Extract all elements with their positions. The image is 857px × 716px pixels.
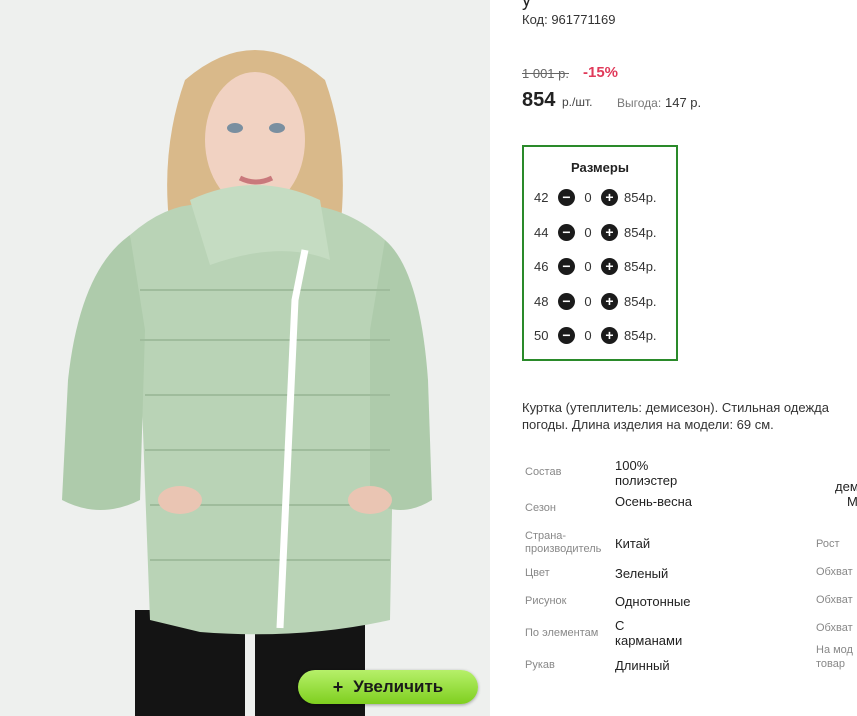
prop-value: М	[847, 494, 857, 509]
size-price: 854р.	[624, 327, 657, 343]
product-image[interactable]	[0, 0, 490, 716]
prop-label: Рисунок	[525, 595, 567, 607]
minus-icon[interactable]: −	[558, 188, 575, 206]
size-price: 854р.	[624, 258, 657, 274]
size-row: 44 − 0 + 854р.	[534, 222, 657, 242]
size-row: 42 − 0 + 854р.	[534, 187, 657, 207]
prop-value: С карманами	[615, 618, 683, 648]
prop-label: Обхват	[816, 566, 853, 578]
quantity-value: 0	[584, 293, 592, 309]
prop-value: Китай	[615, 536, 651, 551]
prop-label: Рост	[816, 538, 840, 550]
prop-label: Сезон	[525, 502, 556, 514]
zoom-button-label: Увеличить	[353, 677, 444, 696]
prop-label: Обхват	[816, 594, 853, 606]
minus-icon[interactable]: −	[558, 223, 575, 241]
prop-value: Зеленый	[615, 566, 669, 581]
plus-icon[interactable]: +	[601, 188, 618, 206]
benefit-label: Выгода:	[617, 96, 662, 110]
quantity-value: 0	[584, 258, 592, 274]
quantity-value: 0	[584, 224, 592, 240]
prop-label: На мод	[816, 644, 853, 656]
zoom-button[interactable]: + Увеличить	[298, 670, 478, 704]
size-row: 46 − 0 + 854р.	[534, 256, 657, 276]
quantity-value: 0	[584, 327, 592, 343]
size-price: 854р.	[624, 293, 657, 309]
plus-icon: +	[332, 676, 344, 697]
quantity-value: 0	[584, 189, 592, 205]
prop-label: Обхват	[816, 622, 853, 634]
size-price: 854р.	[624, 224, 657, 240]
plus-icon[interactable]: +	[601, 292, 618, 310]
plus-icon[interactable]: +	[601, 223, 618, 241]
product-description: Куртка (утеплитель: демисезон). Стильная…	[522, 399, 857, 433]
product-title: у	[522, 0, 531, 10]
size-price: 854р.	[624, 189, 657, 205]
size-row: 48 − 0 + 854р.	[534, 291, 657, 311]
minus-icon[interactable]: −	[558, 292, 575, 310]
product-info: у Код: 961771169 1 001 р. -15% 854 р./шт…	[522, 0, 857, 716]
plus-icon[interactable]: +	[601, 257, 618, 275]
size-selector: Размеры 42 − 0 + 854р. 44 − 0 + 854р. 46…	[522, 145, 678, 361]
prop-label: Цвет	[525, 567, 550, 579]
prop-label: Страна-производитель	[525, 530, 602, 555]
prop-label: Состав	[525, 466, 562, 478]
size-label: 42	[534, 189, 549, 205]
benefit-value: 147 р.	[665, 95, 702, 110]
description-line: погоды. Длина изделия на модели: 69 см.	[522, 417, 774, 432]
minus-icon[interactable]: −	[558, 257, 575, 275]
current-price: 854	[522, 89, 556, 111]
size-label: 48	[534, 293, 549, 309]
price-unit: р./шт.	[562, 95, 593, 109]
size-label: 46	[534, 258, 549, 274]
prop-label: товар	[816, 658, 845, 670]
minus-icon[interactable]: −	[558, 326, 575, 344]
prop-label: По элементам	[525, 627, 599, 639]
prop-value: 100% полиэстер	[615, 458, 678, 488]
size-label: 44	[534, 224, 549, 240]
product-code: Код: 961771169	[522, 12, 616, 27]
prop-value: Осень-весна	[615, 494, 693, 509]
size-row: 50 − 0 + 854р.	[534, 325, 657, 345]
plus-icon[interactable]: +	[601, 326, 618, 344]
prop-value: Однотонные	[615, 594, 691, 609]
prop-value: Длинный	[615, 658, 670, 673]
old-price: 1 001 р.	[522, 66, 569, 81]
description-line: Куртка (утеплитель: демисезон). Стильная…	[522, 400, 829, 415]
prop-value: дем	[835, 479, 857, 494]
size-label: 50	[534, 327, 549, 343]
discount-badge: -15%	[583, 64, 619, 81]
sizes-title: Размеры	[571, 160, 629, 175]
prop-label: Рукав	[525, 659, 555, 671]
jacket-photo	[0, 0, 490, 716]
